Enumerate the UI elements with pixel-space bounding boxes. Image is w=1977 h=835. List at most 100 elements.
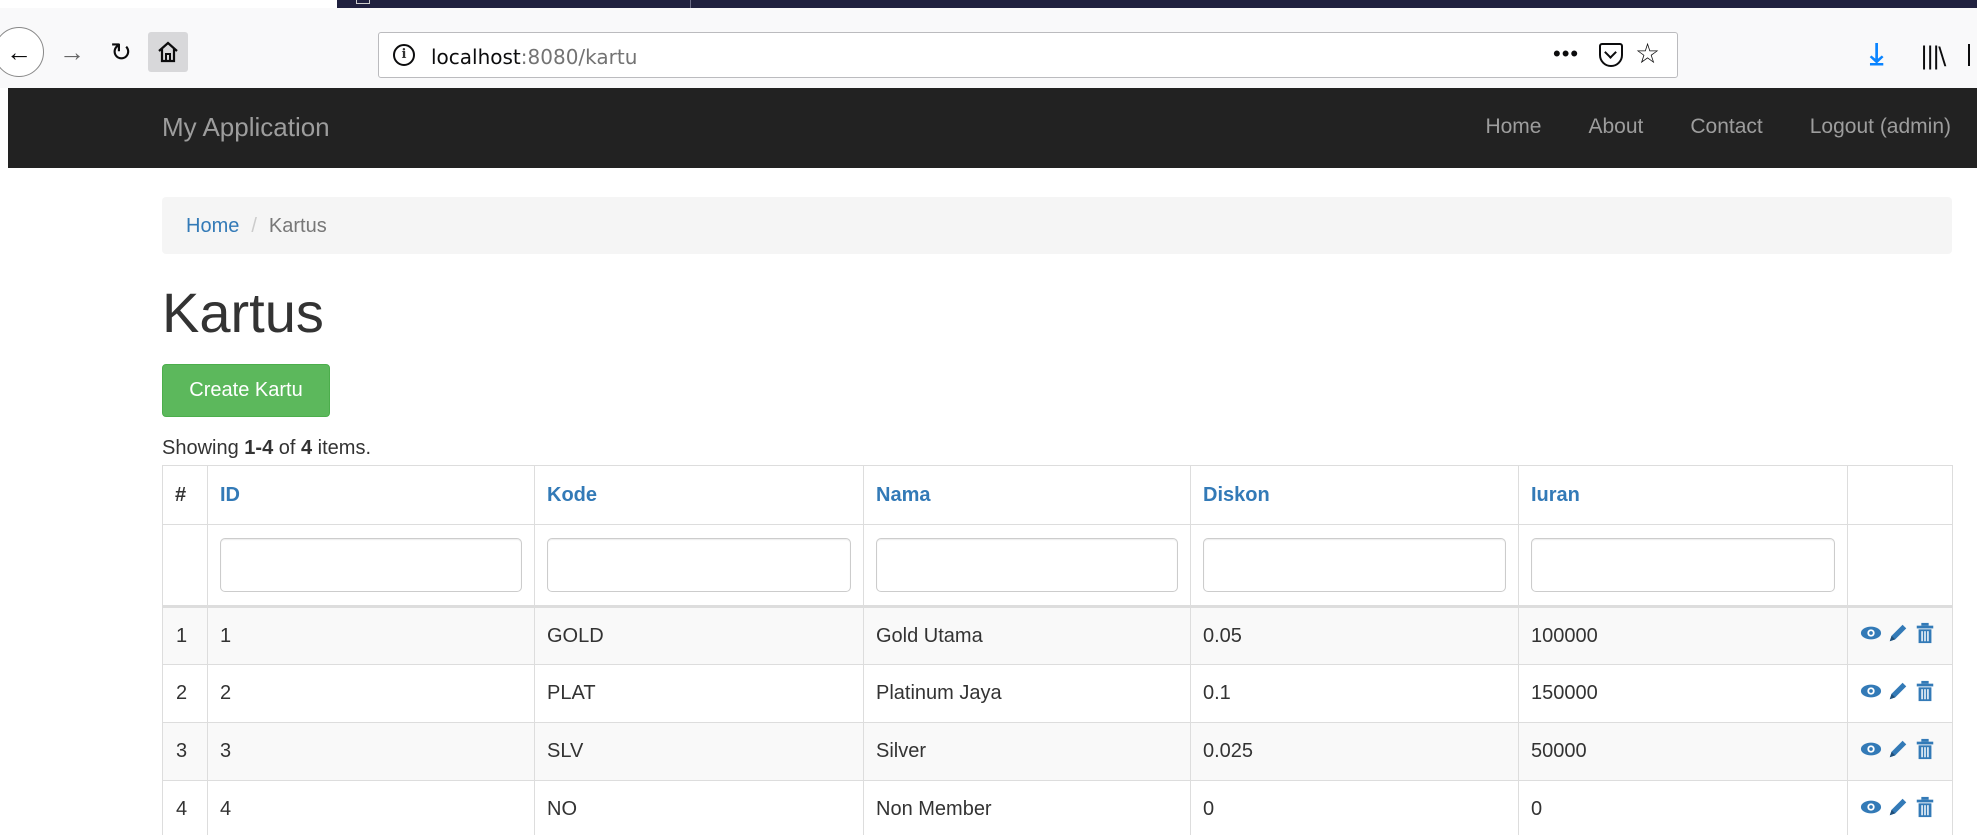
view-icon[interactable] [1860,796,1882,824]
breadcrumb-home-link[interactable]: Home [186,215,239,237]
kartu-grid: # ID Kode Nama Diskon Iuran 1 1 GOLD Gold U… [162,465,1953,835]
tab-bar-background [337,0,1977,8]
reload-button[interactable]: ↻ [101,32,141,72]
cell-kode: GOLD [534,606,864,665]
sidebar-toggle-icon[interactable] [1968,44,1977,66]
column-header-kode[interactable]: Kode [534,465,864,525]
bookmark-star-icon[interactable]: ☆ [1635,37,1660,70]
tab-separator [690,0,691,8]
view-icon[interactable] [1860,622,1882,650]
page-actions-menu-icon[interactable]: ••• [1553,41,1579,67]
cell-no: 3 [162,722,208,781]
table-row: 3 3 SLV Silver 0.025 50000 [162,722,1953,781]
filter-kode-input[interactable] [547,538,851,592]
cell-actions [1847,606,1953,665]
row-actions [1860,622,1940,650]
sort-link-nama[interactable]: Nama [876,484,930,506]
cell-no: 2 [162,664,208,723]
cell-diskon: 0.1 [1190,664,1519,723]
filter-diskon-input[interactable] [1203,538,1506,592]
cell-id: 1 [207,606,535,665]
sort-link-diskon[interactable]: Diskon [1203,484,1270,506]
table-row: 2 2 PLAT Platinum Jaya 0.1 150000 [162,664,1953,723]
pocket-icon[interactable] [1599,43,1623,67]
browser-tab-strip [0,0,1977,8]
create-kartu-button[interactable]: Create Kartu [162,364,330,417]
cell-nama: Non Member [863,780,1191,835]
summary-prefix: Showing [162,437,245,459]
summary-total: 4 [300,437,313,459]
library-icon[interactable]: |||\ [1920,42,1946,70]
column-header-serial: # [162,465,208,525]
filter-iuran-input[interactable] [1531,538,1835,592]
grid-filter-row [162,524,1953,608]
table-row: 4 4 NO Non Member 0 0 [162,780,1953,835]
grid-body: 1 1 GOLD Gold Utama 0.05 100000 2 2 PLAT Platinum… [162,606,1953,835]
sort-link-iuran[interactable]: Iuran [1531,484,1580,506]
delete-icon[interactable] [1914,738,1936,766]
edit-icon[interactable] [1887,738,1909,766]
reload-icon: ↻ [110,36,132,67]
grid-header-row: # ID Kode Nama Diskon Iuran [162,465,1953,525]
delete-icon[interactable] [1914,680,1936,708]
column-header-nama[interactable]: Nama [863,465,1191,525]
row-actions [1860,680,1940,708]
address-bar[interactable]: i localhost:8080/kartu ••• ☆ [378,32,1678,78]
cell-kode: NO [534,780,864,835]
url-path: :8080/kartu [520,45,638,69]
row-actions [1860,738,1940,766]
site-info-icon[interactable]: i [393,44,415,66]
cell-diskon: 0.05 [1190,606,1519,665]
url-text[interactable]: localhost:8080/kartu [431,45,637,69]
filter-cell-nama [863,524,1191,608]
delete-icon[interactable] [1914,796,1936,824]
cell-kode: PLAT [534,664,864,723]
back-button[interactable]: ← [0,27,44,77]
nav-logout-link[interactable]: Logout (admin) [1787,88,1977,168]
cell-actions [1847,780,1953,835]
summary-middle: of [273,437,301,459]
view-icon[interactable] [1860,680,1882,708]
app-brand[interactable]: My Application [162,112,330,143]
home-button[interactable] [148,32,188,72]
delete-icon[interactable] [1914,622,1936,650]
edit-icon[interactable] [1887,680,1909,708]
filter-cell-id [207,524,535,608]
sort-link-id[interactable]: ID [220,484,240,506]
cell-iuran: 100000 [1518,606,1848,665]
cell-id: 3 [207,722,535,781]
cell-diskon: 0 [1190,780,1519,835]
filter-nama-input[interactable] [876,538,1178,592]
nav-about-link[interactable]: About [1565,88,1667,168]
filter-cell-iuran [1518,524,1848,608]
cell-iuran: 50000 [1518,722,1848,781]
column-header-iuran[interactable]: Iuran [1518,465,1848,525]
forward-arrow-icon: → [59,36,85,67]
cell-iuran: 150000 [1518,664,1848,723]
app-navbar: My Application Home About Contact Logout… [8,88,1977,168]
tab-favicon-icon [356,0,370,4]
forward-button[interactable]: → [52,32,92,72]
breadcrumb: Home / Kartus [162,197,1952,254]
cell-actions [1847,722,1953,781]
grid-summary: Showing 1-4 of 4 items. [162,437,371,460]
column-header-diskon[interactable]: Diskon [1190,465,1519,525]
cell-actions [1847,664,1953,723]
cell-nama: Silver [863,722,1191,781]
nav-contact-link[interactable]: Contact [1667,88,1786,168]
nav-home-link[interactable]: Home [1462,88,1565,168]
filter-id-input[interactable] [220,538,522,592]
sort-link-kode[interactable]: Kode [547,484,597,506]
cell-diskon: 0.025 [1190,722,1519,781]
edit-icon[interactable] [1887,622,1909,650]
edit-icon[interactable] [1887,796,1909,824]
cell-nama: Gold Utama [863,606,1191,665]
cell-no: 4 [162,780,208,835]
view-icon[interactable] [1860,738,1882,766]
column-header-id[interactable]: ID [207,465,535,525]
home-icon [158,41,178,63]
filter-cell-actions [1847,524,1953,608]
cell-id: 4 [207,780,535,835]
browser-toolbar: ← → ↻ i localhost:8080/kartu ••• ☆ ⤓ |||… [0,8,1977,88]
download-icon[interactable]: ⤓ [1870,38,1883,72]
